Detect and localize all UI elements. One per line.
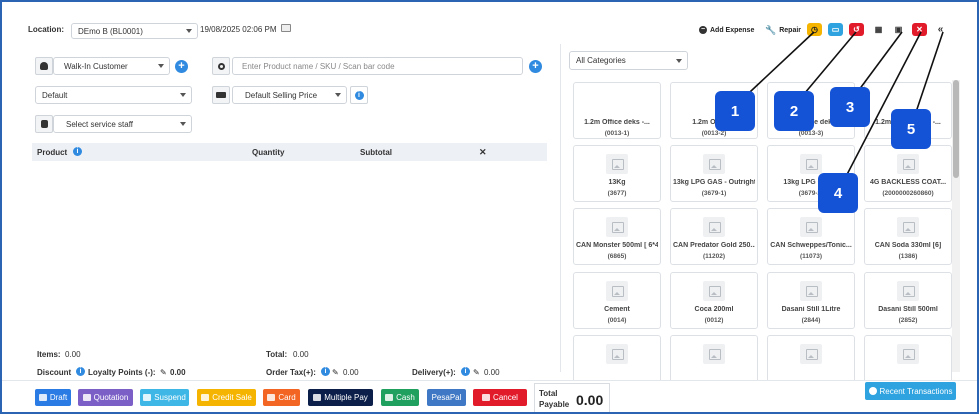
- suspend-label: Suspend: [154, 393, 186, 402]
- edit-icon: [82, 394, 91, 401]
- pause-icon: [143, 394, 152, 401]
- callout-badge-2: 2: [774, 91, 814, 131]
- credit-sale-button[interactable]: Credit Sale: [197, 389, 256, 406]
- callout-badge-3: 3: [830, 87, 870, 127]
- suspend-button[interactable]: Suspend: [140, 389, 189, 406]
- total-payable-label: Total Payable: [539, 389, 570, 409]
- clock-icon: [868, 387, 877, 395]
- multiple-pay-button[interactable]: Multiple Pay: [308, 389, 373, 406]
- credit-sale-label: Credit Sale: [212, 393, 252, 402]
- card-label: Card: [278, 393, 296, 402]
- cash-button[interactable]: Cash: [381, 389, 419, 406]
- card-button[interactable]: Card: [263, 389, 300, 406]
- recent-transactions-button[interactable]: Recent Transactions: [865, 382, 956, 400]
- card-icon: [267, 394, 276, 401]
- callout-badge-5: 5: [891, 109, 931, 149]
- cancel-button[interactable]: Cancel: [473, 389, 527, 406]
- edit-icon: [38, 394, 47, 401]
- check-icon: [201, 394, 210, 401]
- multiple-pay-label: Multiple Pay: [324, 393, 368, 402]
- recent-transactions-label: Recent Transactions: [879, 386, 953, 396]
- money-icon: [313, 394, 322, 401]
- cancel-label: Cancel: [493, 393, 518, 402]
- quotation-button[interactable]: Quotation: [78, 389, 133, 406]
- pos-window: Location: DEmo B (BL0001) 19/08/2025 02:…: [0, 0, 979, 414]
- pesapal-button[interactable]: PesaPal: [427, 389, 466, 406]
- draft-label: Draft: [49, 393, 68, 402]
- cash-label: Cash: [396, 393, 415, 402]
- money-icon: [385, 394, 394, 401]
- callout-badge-4: 4: [818, 173, 858, 213]
- close-icon: [482, 394, 491, 401]
- total-payable-box: Total Payable 0.00: [534, 383, 610, 412]
- quotation-label: Quotation: [93, 393, 129, 402]
- total-payable-value: 0.00: [576, 392, 604, 408]
- callout-badge-1: 1: [715, 91, 755, 131]
- draft-button[interactable]: Draft: [35, 389, 71, 406]
- pesapal-label: PesaPal: [431, 393, 462, 402]
